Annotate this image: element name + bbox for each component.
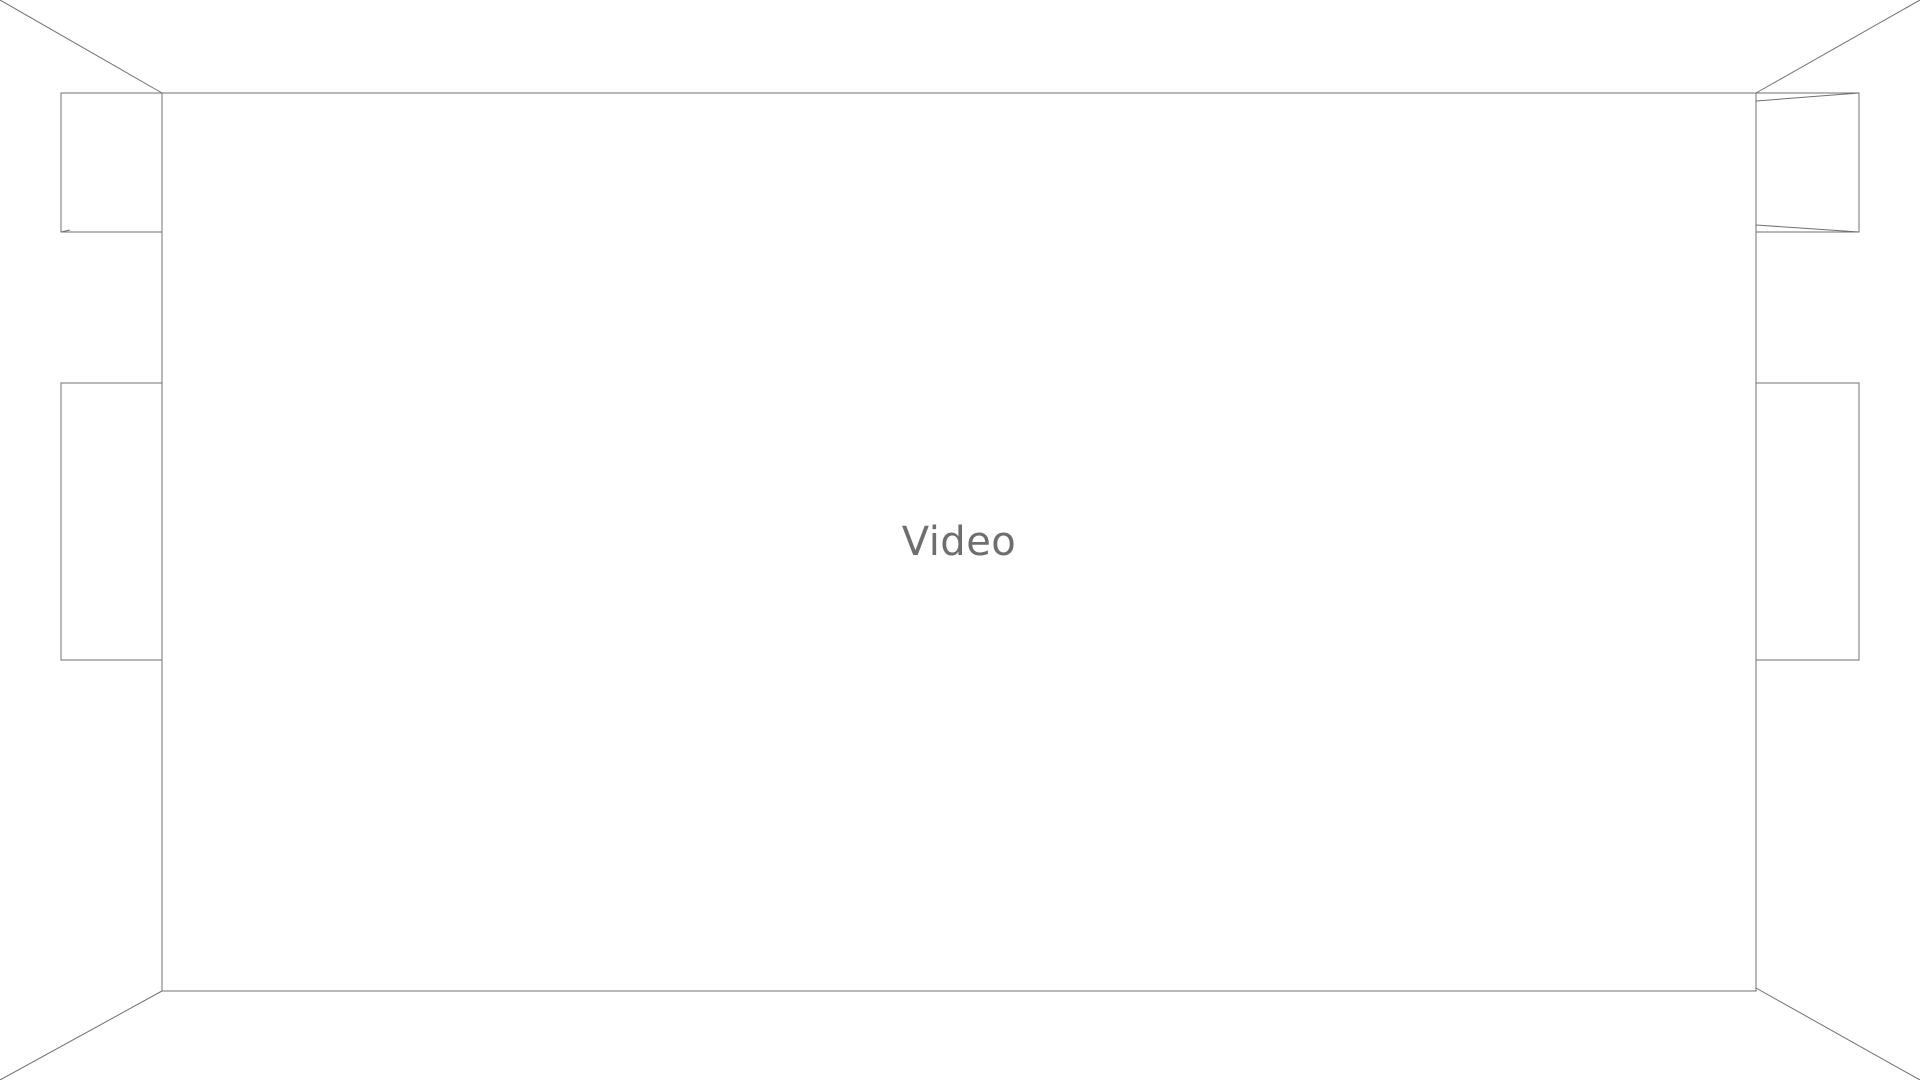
right-wall-lower-panel — [1755, 382, 1860, 661]
corner-line-top-left — [0, 0, 163, 94]
right-wall-upper-panel — [1755, 92, 1860, 233]
left-wall-lower-panel — [60, 382, 163, 661]
wireframe-canvas: Video — [0, 0, 1920, 1080]
left-wall-upper-panel — [60, 92, 163, 233]
corner-line-bottom-left — [0, 990, 163, 1080]
corner-line-top-right — [1755, 0, 1920, 94]
corner-line-bottom-right — [1755, 987, 1920, 1080]
room-perspective-diagram — [0, 0, 1920, 1080]
video-panel[interactable] — [161, 92, 1757, 992]
